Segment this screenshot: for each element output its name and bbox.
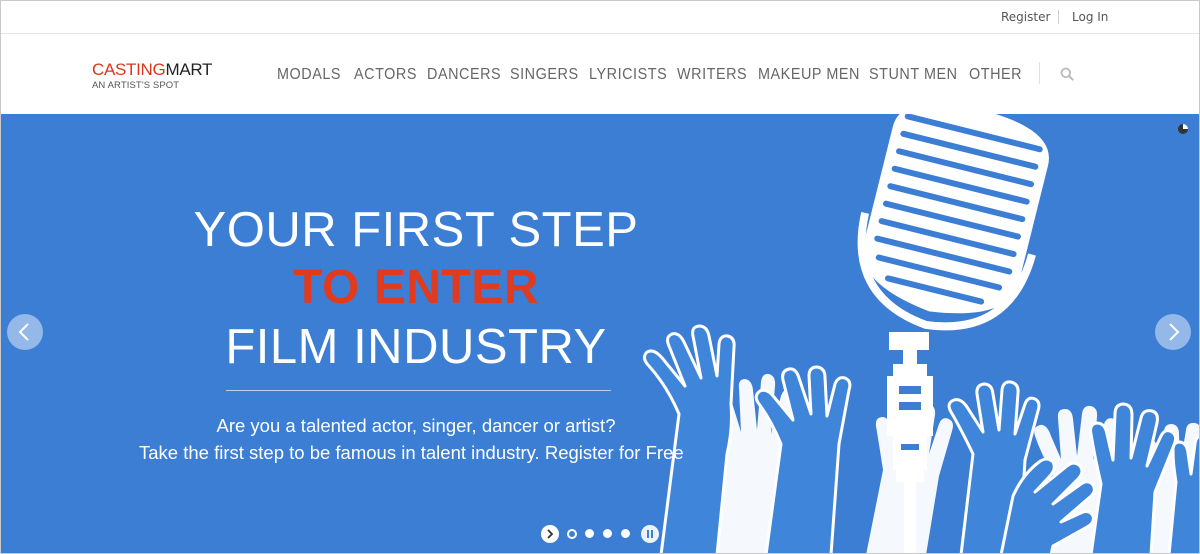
- nav-item-singers[interactable]: SINGERS: [510, 66, 579, 84]
- hero-headline-line1: YOUR FIRST STEP: [193, 203, 639, 257]
- nav-item-actors[interactable]: ACTORS: [354, 66, 417, 84]
- top-utility-bar: Register Log In: [1, 1, 1199, 34]
- slider-play-button[interactable]: [541, 525, 559, 543]
- slide-timer-icon: [1178, 124, 1188, 134]
- hero-divider: [226, 390, 611, 391]
- chevron-right-icon: [1169, 323, 1180, 341]
- nav-item-other[interactable]: OTHER: [969, 66, 1022, 84]
- slider-prev-button[interactable]: [7, 314, 43, 350]
- register-link[interactable]: Register: [1001, 10, 1050, 24]
- nav-divider: [1039, 62, 1040, 84]
- nav-item-writers[interactable]: WRITERS: [677, 66, 747, 84]
- slider-pause-button[interactable]: [641, 525, 659, 543]
- site-header: CASTINGMART AN ARTIST'S SPOT MODALS ACTO…: [1, 34, 1199, 114]
- hero-headline-line2: TO ENTER: [293, 261, 539, 314]
- slide-dot-1[interactable]: [567, 529, 577, 539]
- play-icon: [547, 529, 554, 539]
- nav-item-lyricists[interactable]: LYRICISTS: [589, 66, 667, 84]
- slider-next-button[interactable]: [1155, 314, 1191, 350]
- main-nav: MODALS ACTORS DANCERS SINGERS LYRICISTS …: [1, 66, 1199, 86]
- slider-pagination: [541, 525, 661, 543]
- topbar-divider: [1058, 10, 1059, 24]
- hero-subtext-line2: Take the first step to be famous in tale…: [139, 442, 684, 463]
- hero-subtext-line1: Are you a talented actor, singer, dancer…: [216, 415, 616, 436]
- nav-item-modals[interactable]: MODALS: [277, 66, 341, 84]
- hero-headline-line3: FILM INDUSTRY: [225, 320, 607, 374]
- nav-item-dancers[interactable]: DANCERS: [427, 66, 501, 84]
- login-link[interactable]: Log In: [1072, 10, 1108, 24]
- search-icon: [1060, 67, 1074, 81]
- hero-slider: YOUR FIRST STEP TO ENTER FILM INDUSTRY A…: [1, 114, 1199, 553]
- chevron-left-icon: [18, 323, 29, 341]
- slide-dot-3[interactable]: [603, 529, 612, 538]
- pause-icon: [647, 530, 653, 538]
- slide-dot-4[interactable]: [621, 529, 630, 538]
- nav-item-stunt-men[interactable]: STUNT MEN: [869, 66, 958, 84]
- search-button[interactable]: [1060, 67, 1074, 81]
- nav-item-makeup-men[interactable]: MAKEUP MEN: [758, 66, 860, 84]
- page: Register Log In CASTINGMART AN ARTIST'S …: [0, 0, 1200, 554]
- slide-dot-2[interactable]: [585, 529, 594, 538]
